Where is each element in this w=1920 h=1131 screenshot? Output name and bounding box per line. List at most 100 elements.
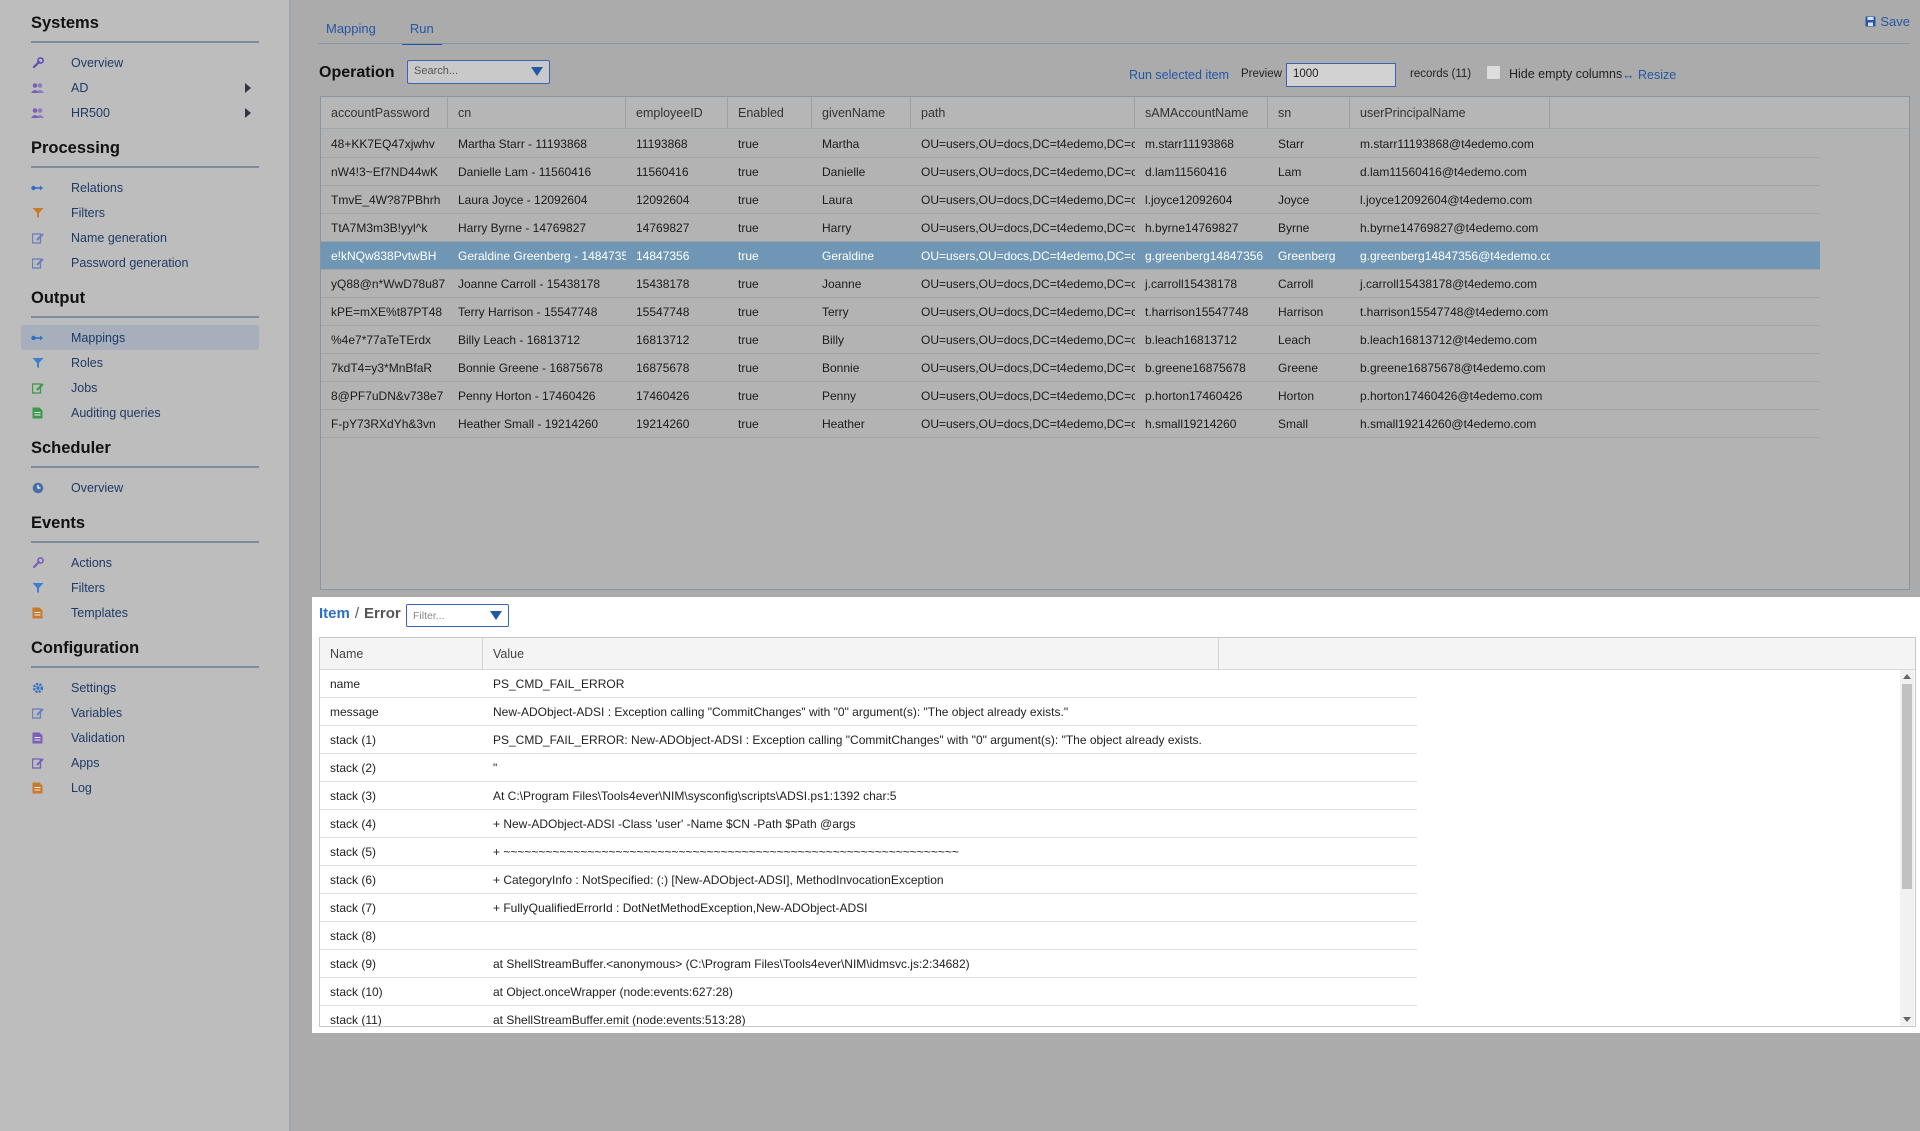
tab-mapping[interactable]: Mapping: [318, 15, 384, 45]
sidebar-item-filters[interactable]: Filters: [21, 200, 259, 225]
scroll-thumb[interactable]: [1902, 684, 1912, 889]
column-header-employeeid[interactable]: employeeID: [626, 97, 728, 129]
tab-run[interactable]: Run: [401, 15, 442, 45]
sidebar-item-overview[interactable]: Overview: [21, 475, 259, 500]
detail-value-cell: + ~~~~~~~~~~~~~~~~~~~~~~~~~~~~~~~~~~~~~~…: [493, 845, 959, 859]
detail-table-header: Name Value: [320, 638, 1915, 670]
column-header-accountpassword[interactable]: accountPassword: [321, 97, 448, 129]
users-icon: [31, 106, 44, 119]
sidebar-item-auditing-queries[interactable]: Auditing queries: [21, 400, 259, 425]
table-cell-givenname: Heather: [822, 417, 865, 431]
sidebar-item-validation[interactable]: Validation: [21, 725, 259, 750]
edit-icon: [31, 256, 44, 269]
table-row[interactable]: nW4!3~Ef7ND44wK Danielle Lam - 11560416 11…: [321, 158, 1820, 186]
table-row[interactable]: yQ88@n*WwD78u87 Joanne Carroll - 15438178…: [321, 270, 1820, 298]
table-cell-cn: Geraldine Greenberg - 14847356: [458, 249, 626, 263]
sidebar-item-roles[interactable]: Roles: [21, 350, 259, 375]
table-row[interactable]: e!kNQw838PvtwBH Geraldine Greenberg - 148…: [321, 242, 1820, 270]
column-header-enabled[interactable]: Enabled: [728, 97, 812, 129]
sidebar-item-name-generation[interactable]: Name generation: [21, 225, 259, 250]
scroll-up-icon[interactable]: [1903, 674, 1911, 679]
filter-icon: [31, 356, 44, 369]
sidebar-item-log[interactable]: Log: [21, 775, 259, 800]
filter-icon: [31, 581, 44, 594]
sidebar-item-settings[interactable]: Settings: [21, 675, 259, 700]
preview-label: Preview: [1241, 68, 1282, 80]
sidebar-item-label: Filters: [71, 580, 106, 595]
table-cell-cn: Heather Small - 19214260: [458, 417, 599, 431]
filter-icon[interactable]: [531, 67, 543, 76]
table-cell-enabled: true: [738, 221, 759, 235]
table-cell-givenname: Geraldine: [822, 249, 875, 263]
search-placeholder: Search...: [414, 65, 459, 77]
filter-input[interactable]: Filter...: [406, 604, 509, 627]
column-header-userprincipalname[interactable]: userPrincipalName: [1350, 97, 1550, 129]
hide-empty-columns-checkbox[interactable]: [1486, 65, 1501, 80]
sidebar-item-ad[interactable]: AD: [21, 75, 259, 100]
detail-column-name[interactable]: Name: [320, 638, 483, 670]
records-count: records (11): [1410, 68, 1472, 80]
detail-row: stack (8): [320, 922, 1417, 950]
sidebar-item-actions[interactable]: Actions: [21, 550, 259, 575]
sidebar-section-title: Output: [31, 289, 259, 318]
table-row[interactable]: 8@PF7uDN&v738e7 Penny Horton - 17460426 17…: [321, 382, 1820, 410]
table-cell-enabled: true: [738, 277, 759, 291]
column-header-samaccountname[interactable]: sAMAccountName: [1135, 97, 1268, 129]
chevron-right-icon[interactable]: [245, 108, 251, 118]
detail-row: stack (2) ": [320, 754, 1417, 782]
detail-row: stack (4) + New-ADObject-ADSI -Class 'use…: [320, 810, 1417, 838]
sidebar-item-password-generation[interactable]: Password generation: [21, 250, 259, 275]
save-button[interactable]: Save: [1865, 14, 1910, 29]
vertical-scrollbar[interactable]: [1900, 670, 1914, 1026]
sidebar-section-title: Configuration: [31, 639, 259, 668]
sidebar-item-apps[interactable]: Apps: [21, 750, 259, 775]
table-cell-samaccountname: h.small19214260: [1145, 417, 1237, 431]
table-row[interactable]: TmvE_4W?87PBhrh Laura Joyce - 12092604 120…: [321, 186, 1820, 214]
sidebar-item-mappings[interactable]: Mappings: [21, 325, 259, 350]
scroll-down-icon[interactable]: [1903, 1017, 1911, 1022]
table-row[interactable]: F-pY73RXdYh&3vn Heather Small - 19214260 1…: [321, 410, 1820, 438]
table-cell-enabled: true: [738, 193, 759, 207]
table-cell-enabled: true: [738, 361, 759, 375]
sidebar-item-relations[interactable]: Relations: [21, 175, 259, 200]
table-row[interactable]: kPE=mXE%t87PT48 Terry Harrison - 15547748…: [321, 298, 1820, 326]
table-row[interactable]: 48+KK7EQ47xjwhv Martha Starr - 11193868 11…: [321, 130, 1820, 158]
table-cell-userprincipalname: m.starr11193868@t4edemo.com: [1360, 137, 1534, 151]
table-cell-enabled: true: [738, 165, 759, 179]
detail-column-value[interactable]: Value: [483, 638, 1219, 670]
hide-empty-columns-label[interactable]: Hide empty columns: [1509, 67, 1622, 81]
table-row[interactable]: 7kdT4=y3*MnBfaR Bonnie Greene - 16875678 1…: [321, 354, 1820, 382]
column-header-givenname[interactable]: givenName: [812, 97, 911, 129]
run-selected-item-link[interactable]: Run selected item: [1129, 68, 1229, 82]
detail-error-label: Error: [364, 605, 401, 622]
sidebar-item-jobs[interactable]: Jobs: [21, 375, 259, 400]
table-cell-userprincipalname: h.byrne14769827@t4edemo.com: [1360, 221, 1539, 235]
search-input[interactable]: Search...: [407, 60, 550, 84]
detail-item-link[interactable]: Item: [319, 605, 350, 622]
column-header-sn[interactable]: sn: [1268, 97, 1350, 129]
preview-input[interactable]: 1000: [1286, 63, 1396, 87]
edit-icon: [31, 231, 44, 244]
sidebar-item-filters[interactable]: Filters: [21, 575, 259, 600]
sidebar-item-templates[interactable]: Templates: [21, 600, 259, 625]
table-cell-userprincipalname: g.greenberg14847356@t4edemo.com: [1360, 249, 1550, 263]
table-cell-givenname: Bonnie: [822, 361, 860, 375]
table-cell-employeeid: 14847356: [636, 249, 690, 263]
detail-name-cell: stack (10): [330, 985, 383, 999]
table-row[interactable]: TtA7M3m3B!yyl^k Harry Byrne - 14769827 147…: [321, 214, 1820, 242]
sidebar-item-variables[interactable]: Variables: [21, 700, 259, 725]
chevron-right-icon[interactable]: [245, 83, 251, 93]
detail-name-cell: name: [330, 677, 361, 691]
sidebar-item-overview[interactable]: Overview: [21, 50, 259, 75]
column-header-path[interactable]: path: [911, 97, 1135, 129]
table-cell-samaccountname: b.greene16875678: [1145, 361, 1246, 375]
table-cell-samaccountname: m.starr11193868: [1145, 137, 1234, 151]
filter-icon[interactable]: [490, 611, 502, 620]
wrench-icon: [31, 56, 44, 69]
table-row[interactable]: %4e7*77aTeTErdx Billy Leach - 16813712 168…: [321, 326, 1820, 354]
sidebar-item-hr500[interactable]: HR500: [21, 100, 259, 125]
table-cell-employeeid: 15438178: [636, 277, 690, 291]
resize-button[interactable]: ↔ Resize: [1622, 68, 1676, 82]
column-header-cn[interactable]: cn: [448, 97, 626, 129]
detail-value-cell: + FullyQualifiedErrorId : DotNetMethodEx…: [493, 901, 868, 915]
